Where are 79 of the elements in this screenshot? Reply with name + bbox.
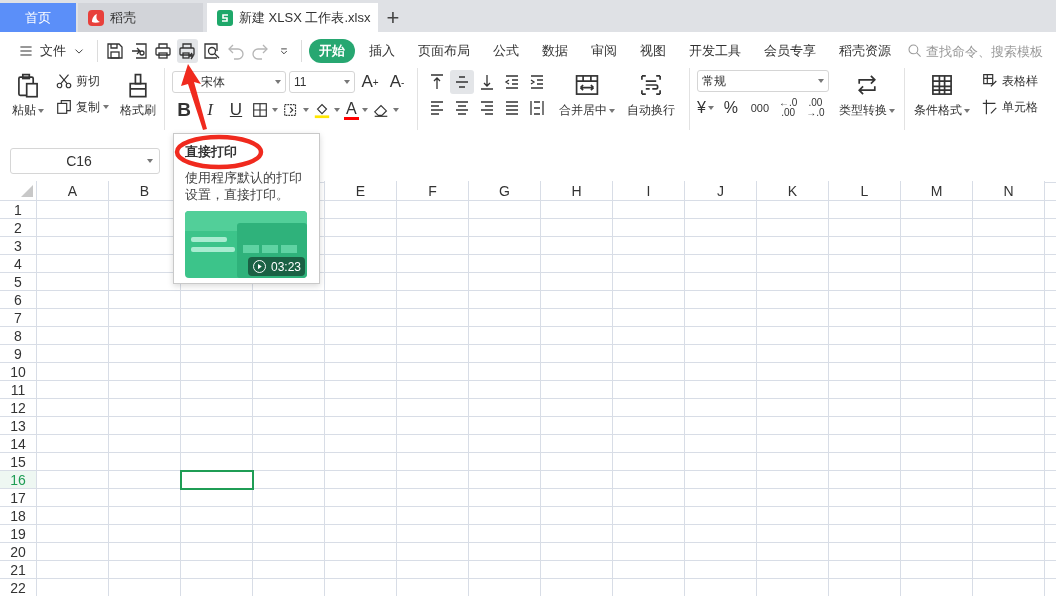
cell-style-button[interactable]: 单元格 (980, 96, 1039, 118)
caret-icon (707, 106, 714, 110)
ribbon-tab[interactable]: 审阅 (582, 39, 626, 63)
wrap-text-button[interactable]: 自动换行 (625, 70, 677, 121)
percent-button[interactable]: % (718, 96, 743, 120)
merge-cells-icon (574, 72, 600, 98)
table-style-button[interactable]: 表格样 (980, 70, 1039, 92)
caret-icon (275, 80, 281, 84)
font-size-field[interactable]: 11 (289, 71, 355, 93)
play-icon (251, 259, 267, 274)
paste-button[interactable]: 粘贴 (10, 70, 46, 121)
video-duration[interactable]: 03:23 (247, 257, 305, 276)
preview-icon (201, 41, 222, 61)
caret-icon (889, 108, 895, 113)
copy-button[interactable]: 复制 (54, 96, 110, 118)
direct-print-button[interactable] (176, 39, 198, 63)
spreadsheet-logo-icon (217, 9, 233, 26)
menu-icon (18, 43, 34, 59)
ribbon-tab[interactable]: 开发工具 (680, 39, 750, 63)
ribbon-tab[interactable]: 数据 (533, 39, 577, 63)
font-name-field[interactable]: 宋体 (172, 71, 286, 93)
distribute-icon (527, 98, 547, 118)
export-icon (129, 41, 150, 61)
ribbon-tab[interactable]: 视图 (631, 39, 675, 63)
tooltip-title: 直接打印 (185, 143, 238, 161)
italic-button[interactable]: I (198, 98, 222, 122)
caret-icon (147, 159, 153, 163)
caret-icon (964, 108, 970, 113)
ribbon-tab[interactable]: 公式 (484, 39, 528, 63)
alignment-button[interactable] (450, 70, 474, 94)
wrap-text-icon (638, 72, 664, 98)
type-convert-button[interactable]: 类型转换 (837, 70, 897, 121)
increase-decimal-button[interactable]: ←.0 .00 (776, 98, 800, 118)
caret-icon (303, 108, 309, 112)
format-painter-button[interactable]: 格式刷 (118, 70, 158, 121)
search-field[interactable]: 查找命令、搜索模板 (907, 43, 1056, 59)
save-icon (105, 41, 126, 61)
name-box[interactable]: C16 (10, 148, 160, 174)
printer-icon (153, 41, 174, 61)
caret-icon (38, 108, 44, 113)
tab[interactable]: 新建 XLSX 工作表.xlsx (207, 3, 379, 32)
ribbon-tab[interactable]: 页面布局 (409, 39, 479, 63)
cell-brush-icon (981, 98, 999, 116)
caret-icon (361, 108, 368, 112)
caret-icon (818, 79, 824, 83)
caret-icon (272, 108, 278, 112)
leaf-logo-icon (88, 9, 104, 26)
tooltip-description: 使用程序默认的打印设置，直接打印。 (185, 169, 303, 203)
ribbon-tab[interactable]: 插入 (360, 39, 404, 63)
merge-center-button[interactable]: 合并居中 (557, 70, 617, 121)
caret-icon (344, 80, 350, 84)
caret-icon (334, 108, 340, 112)
caret-icon (103, 105, 109, 109)
caret-icon (392, 108, 399, 112)
scissors-icon (55, 72, 73, 90)
currency-button[interactable]: ¥ (697, 96, 714, 120)
table-grid-icon (929, 72, 955, 98)
thousands-separator-button[interactable]: 000 (747, 96, 772, 120)
table-brush-icon (981, 72, 999, 90)
ribbon-tab[interactable]: 会员专享 (755, 39, 825, 63)
cut-button[interactable]: 剪切 (54, 70, 110, 92)
borders-icon (251, 101, 269, 119)
decrease-decimal-button[interactable]: .00 →.0 (804, 98, 827, 118)
font-color-button[interactable]: A (343, 98, 369, 122)
select-all-icon (21, 185, 33, 197)
conditional-format-button[interactable]: 条件格式 (912, 70, 972, 121)
number-format-field[interactable]: 常规 (697, 70, 829, 92)
new-tab-button[interactable]: + (378, 3, 408, 32)
tab[interactable]: 稻壳 (78, 3, 203, 32)
clipboard-icon (15, 72, 41, 98)
underline-button[interactable]: U (224, 98, 248, 122)
search-icon (907, 43, 923, 59)
file-menu[interactable]: 文件 (14, 38, 90, 64)
copy-icon (55, 98, 73, 116)
bold-button[interactable]: B (172, 98, 196, 122)
caret-icon (609, 108, 615, 113)
ribbon-tab[interactable]: 稻壳资源 (830, 39, 900, 63)
print-icon (177, 41, 198, 61)
paint-bucket-icon (313, 101, 331, 119)
